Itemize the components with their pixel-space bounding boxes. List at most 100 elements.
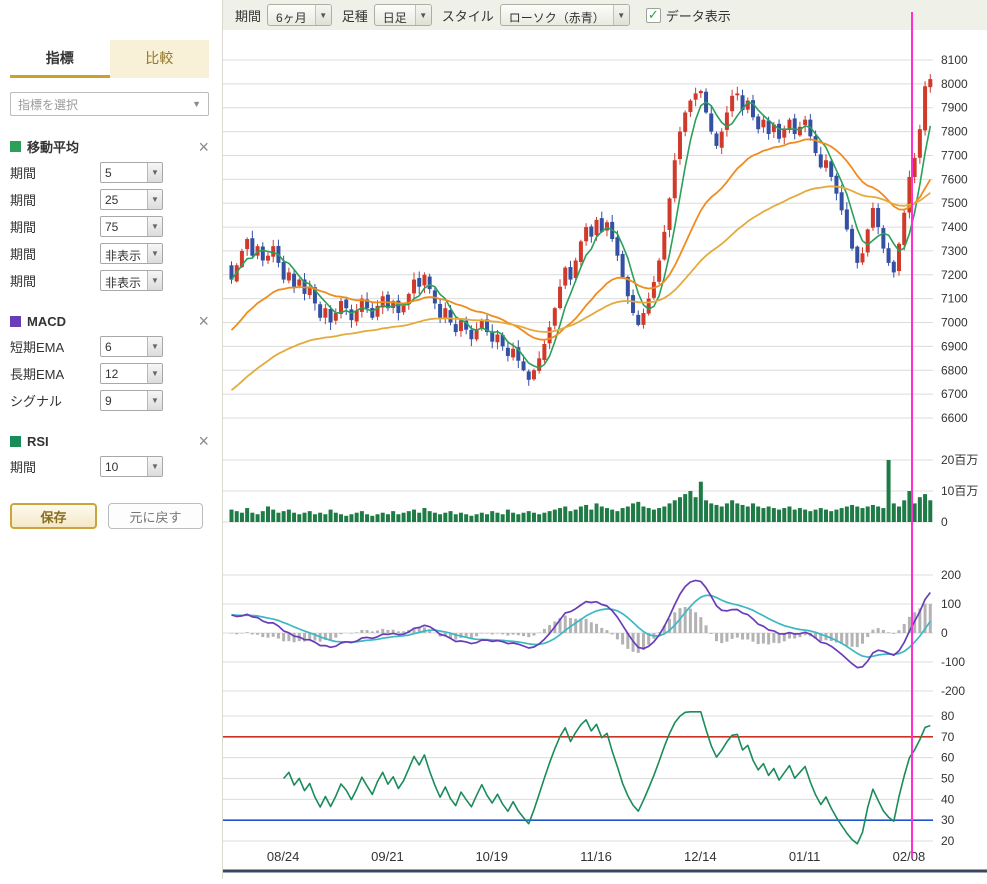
row-label: 期間 <box>10 163 100 182</box>
chevron-down-icon: ▼ <box>613 5 629 25</box>
svg-text:7200: 7200 <box>941 268 968 282</box>
section-rsi: RSI × 期間 10 ▼ <box>10 432 209 477</box>
section-title: MACD <box>27 314 66 329</box>
macd-signal-select[interactable]: 9 ▼ <box>100 390 163 411</box>
crosshair-line <box>911 12 913 858</box>
svg-text:7100: 7100 <box>941 292 968 306</box>
svg-text:20: 20 <box>941 834 955 848</box>
svg-text:12/14: 12/14 <box>684 849 717 864</box>
period-select[interactable]: 6ヶ月 ▼ <box>267 4 332 26</box>
rsi-color-swatch <box>10 436 21 447</box>
ma-row-5: 期間 非表示 ▼ <box>10 270 209 291</box>
svg-text:10/19: 10/19 <box>475 849 508 864</box>
svg-text:-100: -100 <box>941 655 965 669</box>
svg-text:02/08: 02/08 <box>893 849 926 864</box>
tab-indicators[interactable]: 指標 <box>10 40 110 78</box>
indicator-select-placeholder: 指標を選択 <box>18 96 78 113</box>
svg-text:0: 0 <box>941 626 948 640</box>
svg-text:20百万: 20百万 <box>941 453 978 467</box>
row-label: 期間 <box>10 244 100 263</box>
ma-color-swatch <box>10 141 21 152</box>
chevron-down-icon: ▼ <box>315 5 331 25</box>
chevron-down-icon: ▼ <box>147 244 162 263</box>
rsi-period-select[interactable]: 10 ▼ <box>100 456 163 477</box>
svg-text:08/24: 08/24 <box>267 849 300 864</box>
chart-main: 期間 6ヶ月 ▼ 足種 日足 ▼ スタイル ローソク（赤青） ▼ ✓ データ表示… <box>223 0 987 879</box>
dd-value: 5 <box>101 163 147 182</box>
svg-text:80: 80 <box>941 709 955 723</box>
svg-text:6600: 6600 <box>941 411 968 425</box>
macd-row-signal: シグナル 9 ▼ <box>10 390 209 411</box>
svg-text:200: 200 <box>941 568 961 582</box>
svg-text:7600: 7600 <box>941 172 968 186</box>
bar-type-value: 日足 <box>375 5 415 25</box>
ma-period-3-select[interactable]: 75 ▼ <box>100 216 163 237</box>
svg-text:30: 30 <box>941 813 955 827</box>
dd-value: 6 <box>101 337 147 356</box>
dd-value: 非表示 <box>101 244 147 263</box>
close-icon[interactable]: × <box>198 432 209 450</box>
svg-text:7300: 7300 <box>941 244 968 258</box>
svg-text:7800: 7800 <box>941 125 968 139</box>
row-label: 期間 <box>10 271 100 290</box>
svg-text:09/21: 09/21 <box>371 849 404 864</box>
svg-text:40: 40 <box>941 792 955 806</box>
macd-long-ema-select[interactable]: 12 ▼ <box>100 363 163 384</box>
style-label: スタイル <box>442 6 494 25</box>
close-icon[interactable]: × <box>198 312 209 330</box>
close-icon[interactable]: × <box>198 138 209 156</box>
section-macd: MACD × 短期EMA 6 ▼ 長期EMA 12 ▼ シグナル <box>10 312 209 411</box>
svg-text:100: 100 <box>941 597 961 611</box>
sidebar: 指標 比較 指標を選択 ▼ 移動平均 × 期間 5 ▼ 期間 <box>0 0 223 879</box>
period-value: 6ヶ月 <box>268 5 315 25</box>
save-button[interactable]: 保存 <box>10 503 97 529</box>
data-display-checkbox[interactable]: ✓ <box>646 8 661 23</box>
bar-type-label: 足種 <box>342 6 368 25</box>
chevron-down-icon: ▼ <box>147 337 162 356</box>
rsi-row-period: 期間 10 ▼ <box>10 456 209 477</box>
svg-text:11/16: 11/16 <box>580 849 612 864</box>
section-title: RSI <box>27 434 49 449</box>
chevron-down-icon: ▼ <box>147 271 162 290</box>
tab-compare[interactable]: 比較 <box>110 40 210 78</box>
row-label: シグナル <box>10 391 100 410</box>
chart-svg[interactable]: 6600670068006900700071007200730074007500… <box>223 30 987 879</box>
svg-text:7900: 7900 <box>941 101 968 115</box>
dd-value: 12 <box>101 364 147 383</box>
ma-row-1: 期間 5 ▼ <box>10 162 209 183</box>
indicator-select[interactable]: 指標を選択 ▼ <box>10 92 209 116</box>
dd-value: 10 <box>101 457 147 476</box>
ma-row-3: 期間 75 ▼ <box>10 216 209 237</box>
section-title: 移動平均 <box>27 137 79 156</box>
check-icon: ✓ <box>648 7 659 23</box>
style-select[interactable]: ローソク（赤青） ▼ <box>500 4 630 26</box>
ma-period-2-select[interactable]: 25 ▼ <box>100 189 163 210</box>
ma-period-1-select[interactable]: 5 ▼ <box>100 162 163 183</box>
svg-text:6900: 6900 <box>941 339 968 353</box>
svg-text:6800: 6800 <box>941 363 968 377</box>
ma-period-4-select[interactable]: 非表示 ▼ <box>100 243 163 264</box>
ma-row-4: 期間 非表示 ▼ <box>10 243 209 264</box>
dd-value: 75 <box>101 217 147 236</box>
ma-period-5-select[interactable]: 非表示 ▼ <box>100 270 163 291</box>
svg-text:0: 0 <box>941 515 948 529</box>
svg-text:10百万: 10百万 <box>941 484 978 498</box>
section-moving-average: 移動平均 × 期間 5 ▼ 期間 25 ▼ 期間 75 <box>10 137 209 291</box>
dd-value: 非表示 <box>101 271 147 290</box>
svg-text:60: 60 <box>941 751 955 765</box>
row-label: 期間 <box>10 217 100 236</box>
sidebar-tabs: 指標 比較 <box>10 40 209 78</box>
svg-text:70: 70 <box>941 730 955 744</box>
svg-text:7400: 7400 <box>941 220 968 234</box>
bar-type-select[interactable]: 日足 ▼ <box>374 4 432 26</box>
svg-text:6700: 6700 <box>941 387 968 401</box>
data-display-label: データ表示 <box>666 6 731 25</box>
style-value: ローソク（赤青） <box>501 5 613 25</box>
macd-short-ema-select[interactable]: 6 ▼ <box>100 336 163 357</box>
chevron-down-icon: ▼ <box>147 457 162 476</box>
reset-button[interactable]: 元に戻す <box>108 503 203 529</box>
dd-value: 25 <box>101 190 147 209</box>
chevron-down-icon: ▼ <box>147 391 162 410</box>
chart-app: 指標 比較 指標を選択 ▼ 移動平均 × 期間 5 ▼ 期間 <box>0 0 987 879</box>
svg-text:50: 50 <box>941 772 955 786</box>
